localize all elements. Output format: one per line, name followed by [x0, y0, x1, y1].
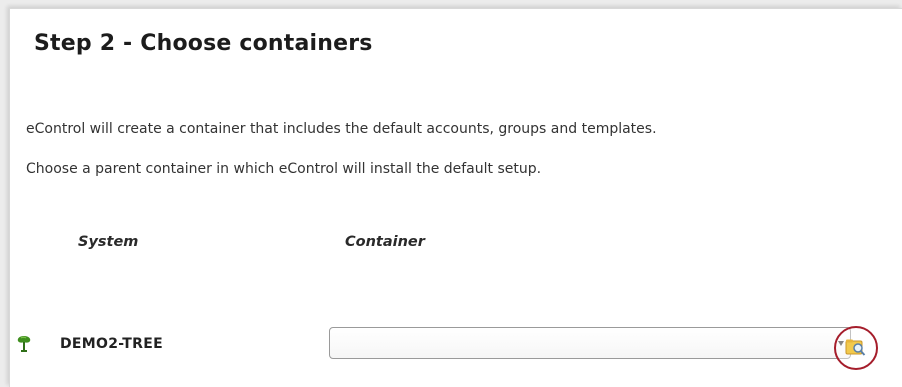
container-select[interactable] — [329, 327, 851, 359]
page-title: Step 2 - Choose containers — [34, 31, 373, 56]
column-header-system: System — [78, 234, 139, 250]
folder-browse-icon — [845, 339, 866, 356]
browse-container-button[interactable] — [834, 326, 878, 370]
system-row: DEMO2-TREE — [16, 332, 163, 356]
description-line-1: eControl will create a container that in… — [26, 121, 657, 137]
column-header-container: Container — [345, 234, 425, 250]
system-name: DEMO2-TREE — [60, 336, 163, 352]
description-line-2: Choose a parent container in which eCont… — [26, 161, 542, 177]
tree-icon — [16, 335, 32, 353]
